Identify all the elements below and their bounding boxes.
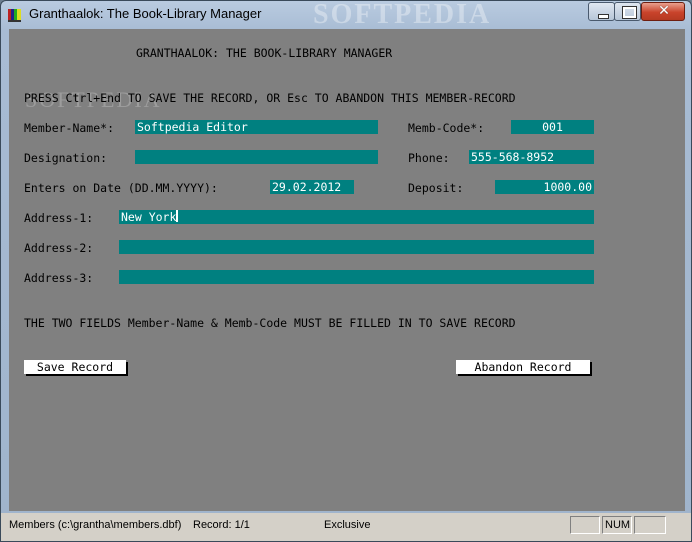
member-name-label: Member-Name*:	[24, 121, 115, 135]
abandon-record-button[interactable]: Abandon Record	[456, 360, 590, 374]
app-icon	[8, 9, 21, 22]
close-button[interactable]: ✕	[641, 2, 685, 21]
status-pane-caps	[570, 516, 600, 534]
address2-field[interactable]	[119, 240, 594, 254]
instruction-text: PRESS Ctrl+End TO SAVE THE RECORD, OR Es…	[24, 91, 516, 105]
phone-label: Phone:	[408, 151, 450, 165]
address3-field[interactable]	[119, 270, 594, 284]
phone-field[interactable]: 555-568-8952	[469, 150, 594, 164]
maximize-icon	[622, 6, 637, 19]
title-bar[interactable]: Granthaalok: The Book-Library Manager SO…	[1, 0, 691, 30]
designation-field[interactable]	[135, 150, 378, 164]
memb-code-field[interactable]: 001	[511, 120, 594, 134]
minimize-icon	[598, 14, 609, 19]
title-watermark: SOFTPEDIA	[313, 0, 492, 30]
address1-value: New York	[121, 210, 177, 224]
status-pane-num: NUM	[602, 516, 632, 534]
address3-label: Address-3:	[24, 271, 94, 285]
status-record: Record: 1/1	[193, 519, 250, 531]
app-window: Granthaalok: The Book-Library Manager SO…	[0, 0, 692, 542]
designation-label: Designation:	[24, 151, 108, 165]
address2-label: Address-2:	[24, 241, 94, 255]
form-area: GRANTHAALOK: THE BOOK-LIBRARY MANAGER SO…	[9, 29, 685, 511]
close-icon: ✕	[658, 3, 670, 19]
status-file: Members (c:\grantha\members.dbf)	[9, 519, 182, 531]
maximize-button[interactable]	[614, 2, 641, 21]
deposit-label: Deposit:	[408, 181, 464, 195]
memb-code-label: Memb-Code*:	[408, 121, 485, 135]
deposit-field[interactable]: 1000.00	[495, 180, 594, 194]
address1-label: Address-1:	[24, 211, 94, 225]
save-record-button[interactable]: Save Record	[24, 360, 126, 374]
member-name-field[interactable]: Softpedia Editor	[135, 120, 378, 134]
required-fields-note: THE TWO FIELDS Member-Name & Memb-Code M…	[24, 316, 516, 330]
form-heading: GRANTHAALOK: THE BOOK-LIBRARY MANAGER	[136, 46, 393, 60]
window-title: Granthaalok: The Book-Library Manager	[29, 6, 262, 21]
minimize-button[interactable]	[588, 2, 615, 21]
address1-field[interactable]: New York	[119, 210, 594, 224]
status-mode: Exclusive	[324, 519, 371, 531]
text-cursor	[176, 210, 179, 222]
status-bar: Members (c:\grantha\members.dbf) Record:…	[1, 513, 691, 541]
status-pane-scrl	[634, 516, 666, 534]
enters-on-date-field[interactable]: 29.02.2012	[270, 180, 354, 194]
enters-on-date-label: Enters on Date (DD.MM.YYYY):	[24, 181, 218, 195]
